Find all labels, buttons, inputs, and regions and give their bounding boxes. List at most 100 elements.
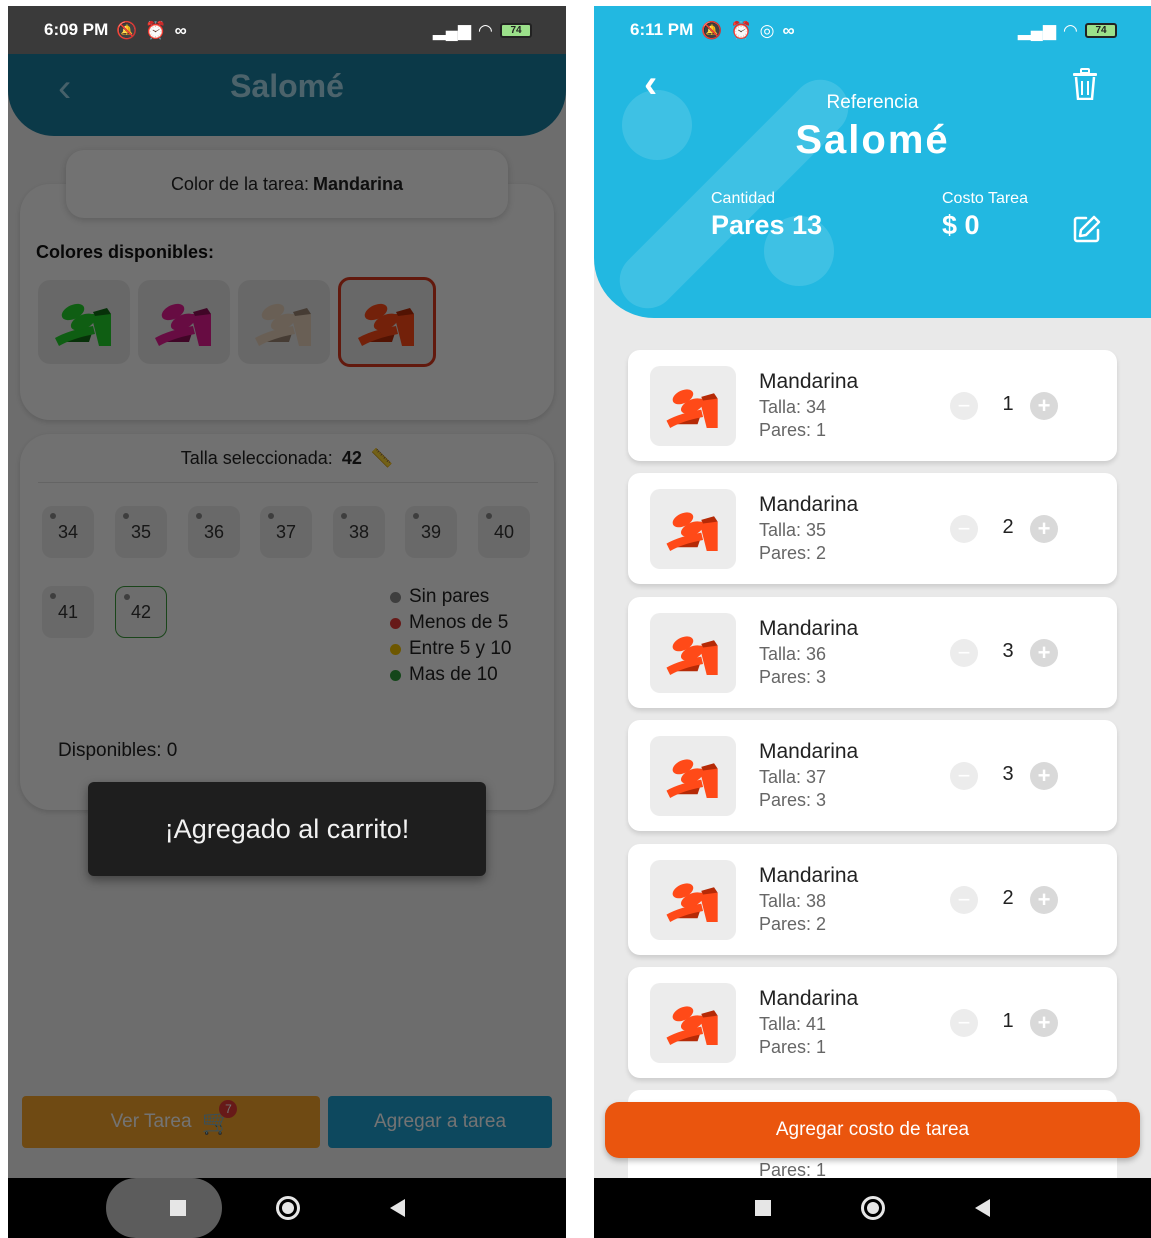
legend-label: Menos de 5 bbox=[409, 612, 509, 633]
decrement-button[interactable]: − bbox=[950, 885, 978, 914]
stock-dot bbox=[341, 513, 347, 519]
clock: 6:09 PM bbox=[44, 20, 109, 39]
quantity-value: Pares 13 bbox=[711, 210, 823, 240]
alarm-icon: ⏰ bbox=[145, 20, 167, 40]
size-chip[interactable]: 38 bbox=[333, 506, 385, 558]
task-color-value: Mandarina bbox=[313, 173, 404, 194]
available-label: Disponibles: bbox=[58, 740, 162, 761]
size-chip[interactable]: 34 bbox=[42, 506, 94, 558]
size-label: 37 bbox=[275, 521, 297, 542]
signal-icon: ▂▄▆ bbox=[432, 20, 471, 40]
cart-badge: 7 bbox=[219, 1099, 238, 1118]
shoe-image bbox=[666, 636, 718, 675]
legend-item: Mas de 10 bbox=[390, 662, 511, 688]
color-swatch[interactable] bbox=[138, 280, 230, 364]
increment-button[interactable]: + bbox=[1030, 762, 1058, 791]
toast-message: ¡Agregado al carrito! bbox=[88, 782, 486, 876]
increment-button[interactable]: + bbox=[1030, 1009, 1058, 1037]
item-name: Mandarina bbox=[759, 740, 859, 764]
size-chip[interactable]: 41 bbox=[42, 586, 94, 638]
list-item: Mandarina Talla: 35 Pares: 2 − 2 + bbox=[628, 473, 1117, 585]
size-chip[interactable]: 37 bbox=[260, 506, 312, 558]
home-icon[interactable] bbox=[275, 1196, 300, 1220]
decrement-button[interactable]: − bbox=[950, 515, 978, 544]
wifi-icon: ◠ bbox=[1063, 20, 1077, 40]
nav-press-highlight bbox=[106, 1178, 222, 1238]
signal-icon: ▂▄▆ bbox=[1017, 20, 1056, 40]
item-size: Talla: 41 bbox=[759, 1014, 827, 1034]
battery-icon: 74 bbox=[1085, 22, 1117, 38]
item-name: Mandarina bbox=[759, 493, 859, 517]
stock-dot bbox=[50, 593, 56, 599]
shoe-image bbox=[666, 512, 718, 552]
size-label: 39 bbox=[420, 521, 442, 542]
view-task-label: Ver Tarea bbox=[110, 1111, 192, 1132]
color-swatch[interactable] bbox=[38, 280, 130, 364]
status-bar: 6:09 PM 🔕 ⏰ ∞ ▂▄▆ ◠ 74 bbox=[8, 6, 566, 54]
left-screen: 6:09 PM 🔕 ⏰ ∞ ▂▄▆ ◠ 74 ‹ Salomé Color de… bbox=[8, 6, 566, 1238]
item-size: Talla: 35 bbox=[759, 520, 827, 541]
increment-button[interactable]: + bbox=[1030, 638, 1058, 667]
shoe-image bbox=[666, 389, 718, 428]
clock: 6:11 PM bbox=[630, 20, 694, 39]
increment-button[interactable]: + bbox=[1030, 515, 1058, 544]
stock-dot bbox=[196, 513, 202, 519]
available-count: Disponibles: 0 bbox=[58, 740, 177, 762]
size-chip[interactable]: 36 bbox=[188, 506, 240, 558]
size-label: 42 bbox=[130, 601, 152, 622]
list-item: Mandarina Talla: 41 Pares: 1 − 1 + bbox=[628, 967, 1117, 1078]
item-size: Talla: 36 bbox=[759, 643, 827, 664]
size-chip[interactable]: 35 bbox=[115, 506, 167, 558]
decrement-button[interactable]: − bbox=[950, 762, 978, 791]
view-task-button[interactable]: Ver Tarea 🛒 7 bbox=[22, 1096, 320, 1148]
system-nav-bar bbox=[8, 1178, 566, 1238]
reference-label: Referencia bbox=[826, 92, 919, 113]
recents-icon[interactable] bbox=[169, 1200, 186, 1216]
size-label: 35 bbox=[130, 521, 152, 542]
ruler-icon: 📏 bbox=[370, 448, 394, 468]
increment-button[interactable]: + bbox=[1030, 885, 1058, 914]
stock-dot bbox=[268, 513, 274, 519]
home-icon[interactable] bbox=[861, 1196, 885, 1220]
edit-icon[interactable] bbox=[1072, 214, 1102, 244]
item-thumbnail bbox=[650, 489, 736, 570]
increment-button[interactable]: + bbox=[1030, 392, 1058, 420]
size-chip[interactable]: 40 bbox=[478, 506, 530, 558]
system-nav-bar bbox=[594, 1178, 1151, 1238]
item-pairs: Pares: 1 bbox=[759, 1037, 827, 1057]
decrement-button[interactable]: − bbox=[950, 392, 978, 420]
shoe-image bbox=[155, 303, 211, 346]
legend-label: Sin pares bbox=[409, 586, 490, 607]
instagram-icon: ◎ bbox=[759, 20, 775, 40]
legend-dot bbox=[390, 669, 401, 681]
shoe-image bbox=[666, 883, 718, 922]
add-task-cost-button[interactable]: Agregar costo de tarea bbox=[605, 1102, 1140, 1158]
item-pairs: Pares: 1 bbox=[759, 420, 827, 440]
size-chip[interactable]: 39 bbox=[405, 506, 457, 558]
item-size: Talla: 37 bbox=[759, 767, 827, 788]
color-swatch[interactable] bbox=[338, 277, 436, 367]
cart-icon: 🛒 7 bbox=[202, 1099, 238, 1137]
recents-icon[interactable] bbox=[755, 1200, 771, 1216]
back-nav-icon[interactable] bbox=[389, 1199, 405, 1217]
decrement-button[interactable]: − bbox=[950, 638, 978, 667]
item-name: Mandarina bbox=[759, 987, 859, 1010]
item-quantity: 3 bbox=[1002, 639, 1014, 662]
item-name: Mandarina bbox=[759, 616, 859, 640]
item-pairs: Pares: 3 bbox=[759, 666, 827, 687]
legend-label: Mas de 10 bbox=[409, 664, 498, 685]
size-selected-label: Talla seleccionada: bbox=[180, 448, 333, 468]
quantity-label: Cantidad bbox=[711, 190, 776, 207]
stock-dot bbox=[124, 594, 130, 600]
add-to-task-button[interactable]: Agregar a tarea bbox=[328, 1096, 552, 1148]
size-label: 41 bbox=[57, 601, 79, 622]
size-chip[interactable]: 42 bbox=[115, 586, 167, 638]
back-nav-icon[interactable] bbox=[975, 1199, 990, 1217]
legend-item: Entre 5 y 10 bbox=[390, 636, 511, 662]
decrement-button[interactable]: − bbox=[950, 1009, 978, 1037]
item-thumbnail bbox=[650, 366, 736, 446]
item-quantity: 2 bbox=[1002, 886, 1014, 909]
color-swatch[interactable] bbox=[238, 280, 330, 364]
voicemail-icon: ∞ bbox=[174, 20, 187, 40]
mute-icon: 🔕 bbox=[116, 20, 138, 40]
